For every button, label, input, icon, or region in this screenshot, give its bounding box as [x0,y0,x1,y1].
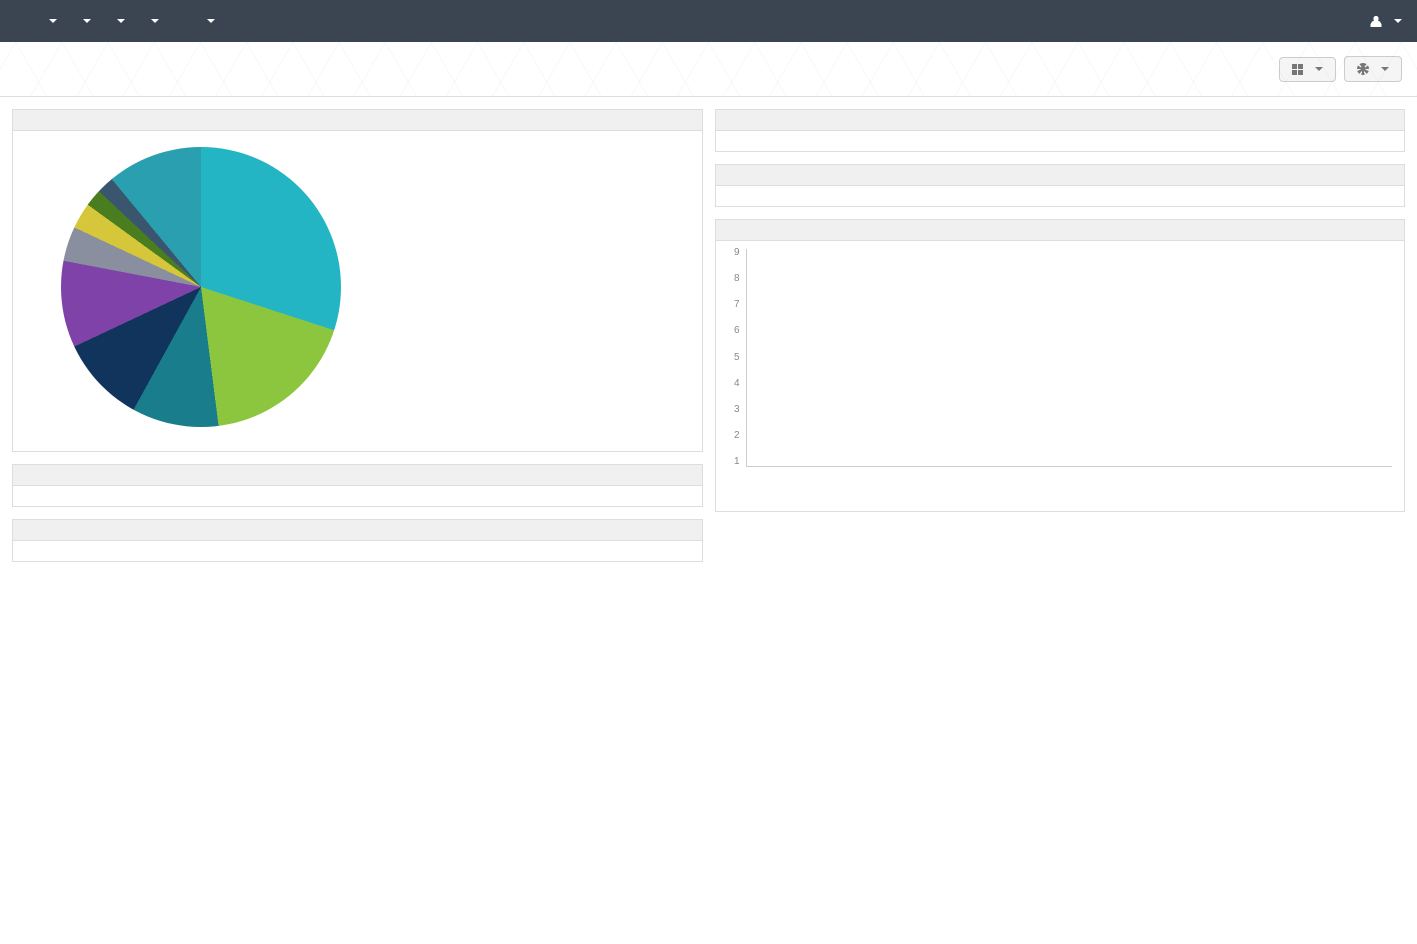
chevron-down-icon [1315,67,1323,71]
pie-chart[interactable] [61,147,341,427]
last-updated [21,492,694,500]
chevron-down-icon [49,19,57,23]
user-icon [1370,15,1382,27]
panel-title [716,110,1405,131]
last-updated [724,497,1397,505]
panel-unsupported [715,109,1406,152]
panel-inventory [715,164,1406,207]
page-header [0,42,1417,97]
chevron-down-icon [151,19,159,23]
panel-title [13,520,702,541]
chevron-down-icon [1394,19,1402,23]
gear-icon [1357,63,1369,75]
panel-apps [12,519,703,562]
chevron-down-icon [207,19,215,23]
last-updated [724,137,1397,145]
last-updated [724,192,1397,200]
options-button[interactable] [1344,56,1402,82]
nav-dashboard[interactable] [45,19,57,23]
plot-area [746,249,1393,467]
nav-analysis[interactable] [79,19,91,23]
switch-dashboard-button[interactable] [1279,57,1336,82]
last-updated [21,437,694,445]
user-menu[interactable] [1370,15,1402,27]
nav-reporting[interactable] [147,19,159,23]
y-axis: 987654321 [724,247,744,467]
grid-icon [1292,64,1303,75]
chevron-down-icon [1381,67,1389,71]
panel-title [716,165,1405,186]
panel-title [13,110,702,131]
line-chart[interactable]: 987654321 [724,247,1397,497]
nav-workflow[interactable] [203,19,215,23]
panel-title [716,220,1405,241]
panel-line-chart: 987654321 [715,219,1406,512]
last-updated [21,547,694,555]
panel-top-os [12,109,703,452]
nav [45,19,1370,23]
chevron-down-icon [83,19,91,23]
chevron-down-icon [117,19,125,23]
panel-title [13,465,702,486]
nav-scans[interactable] [113,19,125,23]
panel-vuln [12,464,703,507]
navbar [0,0,1417,42]
